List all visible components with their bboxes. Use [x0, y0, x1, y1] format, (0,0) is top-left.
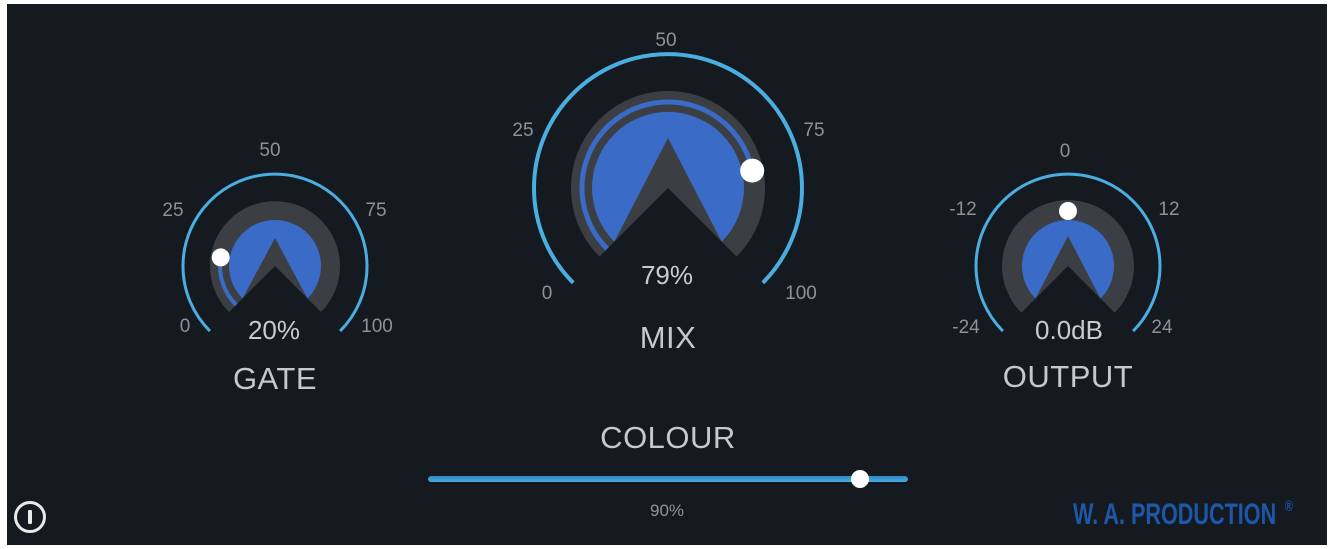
brand-registered-mark: ® — [1284, 498, 1293, 515]
output-tick-mid: 0 — [1059, 141, 1071, 162]
output-tick-high: 24 — [1151, 317, 1173, 338]
output-handle[interactable] — [1059, 202, 1077, 220]
output-value: 0.0dB — [1035, 315, 1103, 345]
output-tick-low: -24 — [952, 317, 980, 338]
power-icon — [28, 510, 32, 524]
output-label: OUTPUT — [1002, 359, 1134, 394]
colour-slider-track[interactable] — [428, 476, 908, 482]
colour-label: COLOUR — [600, 420, 736, 455]
brand-logo: W. A. PRODUCTION ® — [1073, 498, 1293, 532]
plugin-panel: 0 25 50 75 100 20% GATE 0 25 50 75 100 7… — [7, 4, 1327, 545]
colour-slider-thumb[interactable] — [851, 470, 869, 488]
output-knob-graphic[interactable] — [7, 4, 1327, 545]
brand-text: W. A. PRODUCTION — [1073, 498, 1277, 531]
power-button[interactable] — [14, 501, 46, 533]
output-tick-q1: -12 — [949, 199, 977, 220]
output-tick-q3: 12 — [1158, 199, 1180, 220]
colour-value: 90% — [649, 501, 685, 520]
